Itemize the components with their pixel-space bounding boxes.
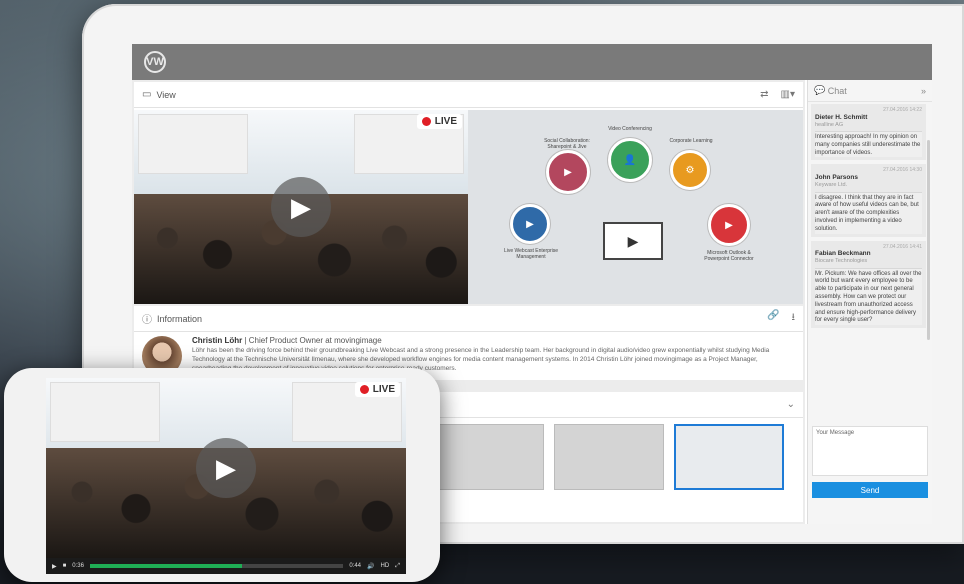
slide-thumbnails bbox=[434, 424, 784, 490]
swap-icon[interactable]: ⇄ bbox=[760, 89, 768, 100]
message-author: Dieter H. Schmitt bbox=[815, 113, 868, 121]
message-text: I disagree. I think that they are in fac… bbox=[815, 191, 922, 234]
phone-live-video[interactable]: ▶ LIVE bbox=[46, 378, 406, 558]
video-conferencing-node-icon: 👤 bbox=[608, 138, 652, 182]
phone-device: ▶ LIVE ▶ ■ 0:36 0:44 🔊 HD ⤢ bbox=[4, 368, 440, 582]
slide-label-learning: Corporate Learning bbox=[669, 138, 713, 144]
view-panel-title: View bbox=[156, 89, 176, 100]
speaker-heading: Christin Löhr | Chief Product Owner at m… bbox=[192, 336, 795, 345]
live-webcast-node-icon: ▶ bbox=[510, 204, 550, 244]
collapse-chevron-icon[interactable]: ⌄ bbox=[787, 399, 795, 410]
total-time: 0:44 bbox=[349, 563, 362, 569]
message-company: healline AG bbox=[815, 121, 844, 128]
view-panel: ▭ View ⇄ ▥▾ ▶ LIVE ▶ 👤 ⚙ ▶ ▶ ▶ Social Co… bbox=[134, 82, 803, 304]
fullscreen-icon[interactable]: ⤢ bbox=[395, 563, 400, 570]
phone-screen: ▶ LIVE ▶ ■ 0:36 0:44 🔊 HD ⤢ bbox=[46, 378, 406, 574]
volume-icon[interactable]: 🔊 bbox=[367, 563, 374, 570]
message-author: John Parsons bbox=[815, 173, 858, 181]
slide-thumbnail[interactable] bbox=[434, 424, 544, 490]
top-bar: VW bbox=[132, 44, 932, 80]
slide-thumbnail-active[interactable] bbox=[674, 424, 784, 490]
corporate-learning-node-icon: ⚙ bbox=[670, 150, 710, 190]
elapsed-time: 0:36 bbox=[72, 563, 84, 569]
view-panel-header: ▭ View ⇄ ▥▾ bbox=[134, 82, 803, 108]
chat-message: 27.04.2016 14:41 Fabian Beckmann Biocare… bbox=[811, 240, 926, 329]
play-button[interactable]: ▶ bbox=[271, 177, 331, 237]
monitor-icon: ▭ bbox=[142, 89, 152, 100]
social-collaboration-node-icon: ▶ bbox=[546, 150, 590, 194]
chat-messages: 27.04.2016 14:22 Dieter H. Schmitt heall… bbox=[811, 104, 926, 332]
chat-scrollbar[interactable] bbox=[927, 140, 930, 340]
live-badge-label: LIVE bbox=[434, 116, 457, 127]
slide-label-outlook: Microsoft Outlook & Powerpoint Connector bbox=[704, 250, 754, 262]
vw-logo-icon: VW bbox=[144, 51, 166, 73]
progress-bar[interactable] bbox=[89, 564, 344, 568]
stop-icon[interactable]: ■ bbox=[63, 563, 67, 569]
slide-label-webcast: Live Webcast Enterprise Management bbox=[503, 248, 559, 260]
message-author: Fabian Beckmann bbox=[815, 250, 871, 258]
phone-live-badge-label: LIVE bbox=[372, 384, 395, 395]
info-icon: ⓘ bbox=[142, 315, 152, 326]
download-icon[interactable]: ⭳ bbox=[792, 310, 796, 327]
message-company: Biocare Technologies bbox=[815, 258, 868, 265]
slide-label-social: Social Collaboration: Sharepoint & Jive bbox=[544, 138, 590, 150]
collapse-chat-icon[interactable]: » bbox=[921, 86, 926, 96]
stage-screen-left bbox=[138, 114, 248, 174]
live-badge: LIVE bbox=[416, 114, 462, 129]
send-button[interactable]: Send bbox=[812, 482, 928, 498]
live-camera-video[interactable]: ▶ LIVE bbox=[134, 110, 468, 304]
stage-screen-left bbox=[50, 382, 160, 442]
information-header: ⓘ Information 🔗 ⭳ bbox=[134, 306, 803, 332]
progress-fill bbox=[89, 564, 242, 568]
outlook-connector-node-icon: ▶ bbox=[708, 204, 750, 246]
chat-message: 27.04.2016 14:30 John Parsons Keyware Lt… bbox=[811, 164, 926, 237]
center-player-icon: ▶ bbox=[603, 222, 663, 260]
speaker-name: Christin Löhr bbox=[192, 336, 243, 345]
message-text: Mr. Pickum: We have offices all over the… bbox=[815, 267, 922, 326]
chat-header: 💬 Chat » bbox=[808, 80, 932, 102]
video-area: ▶ LIVE ▶ 👤 ⚙ ▶ ▶ ▶ Social Collaboration:… bbox=[134, 110, 803, 304]
chat-message: 27.04.2016 14:22 Dieter H. Schmitt heall… bbox=[811, 104, 926, 161]
slide-thumbnail[interactable] bbox=[554, 424, 664, 490]
speaker-role: | Chief Product Owner at movingimage bbox=[244, 336, 382, 345]
slide-label-conferencing: Video Conferencing bbox=[608, 126, 652, 132]
message-company: Keyware Ltd. bbox=[815, 182, 848, 189]
live-dot-icon bbox=[421, 117, 431, 126]
link-icon[interactable]: 🔗 bbox=[767, 310, 779, 327]
phone-player-controls: ▶ ■ 0:36 0:44 🔊 HD ⤢ bbox=[46, 558, 406, 574]
information-title: Information bbox=[157, 313, 203, 324]
message-input[interactable]: Your Message bbox=[812, 426, 928, 476]
live-dot-icon bbox=[359, 385, 369, 394]
presentation-slide[interactable]: ▶ 👤 ⚙ ▶ ▶ ▶ Social Collaboration: Sharep… bbox=[468, 110, 803, 304]
chat-title: Chat bbox=[827, 85, 847, 96]
layout-icon[interactable]: ▥▾ bbox=[781, 89, 795, 100]
message-text: Interesting approach! In my opinion on m… bbox=[815, 131, 922, 158]
phone-play-button[interactable]: ▶ bbox=[196, 438, 256, 498]
play-icon[interactable]: ▶ bbox=[52, 563, 57, 570]
quality-label[interactable]: HD bbox=[381, 563, 390, 569]
chat-bubble-icon: 💬 bbox=[814, 85, 826, 95]
phone-live-badge: LIVE bbox=[354, 382, 400, 397]
chat-panel: 💬 Chat » 27.04.2016 14:22 Dieter H. Schm… bbox=[807, 80, 932, 524]
